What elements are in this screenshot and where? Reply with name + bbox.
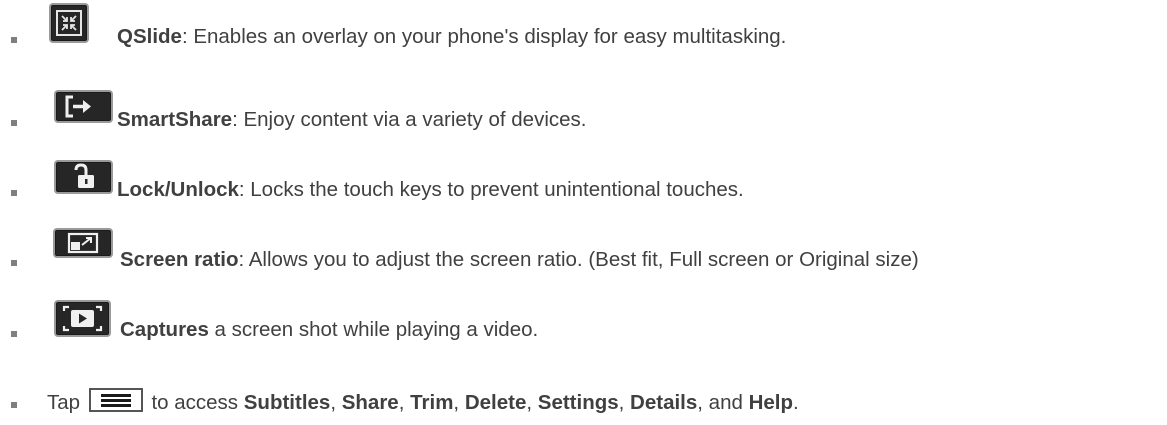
list-item-menu: Tap to access Subtitles, Share, Trim, De… xyxy=(0,348,1167,414)
item-text: Lock/Unlock: Locks the touch keys to pre… xyxy=(117,178,744,202)
option-subtitles: Subtitles xyxy=(243,391,331,414)
separator: , xyxy=(330,391,342,414)
bullet xyxy=(11,190,17,196)
list-item-lock: Lock/Unlock: Locks the touch keys to pre… xyxy=(0,138,1167,201)
item-desc: a screen shot while playing a video. xyxy=(208,318,539,341)
item-text: Tap to access Subtitles, Share, Trim, De… xyxy=(47,388,799,415)
option-settings: Settings xyxy=(537,391,619,414)
bullet xyxy=(11,402,17,408)
capture-icon xyxy=(54,300,111,337)
separator: , xyxy=(618,391,631,414)
option-trim: Trim xyxy=(410,391,454,414)
smartshare-icon xyxy=(54,90,113,123)
lock-icon xyxy=(54,160,113,194)
bullet xyxy=(11,120,17,126)
list-item-captures: Captures a screen shot while playing a v… xyxy=(0,278,1167,341)
item-text: SmartShare: Enjoy content via a variety … xyxy=(117,108,586,132)
text-middle: to access xyxy=(145,391,244,414)
text-prefix: Tap xyxy=(47,391,86,414)
screen-ratio-icon xyxy=(53,228,113,258)
separator: , xyxy=(526,391,538,414)
item-title: QSlide xyxy=(117,25,182,48)
period: . xyxy=(793,391,799,414)
item-text: Screen ratio: Allows you to adjust the s… xyxy=(120,248,919,272)
list-item-qslide: QSlide: Enables an overlay on your phone… xyxy=(0,3,1167,53)
bullet xyxy=(11,260,17,266)
menu-icon xyxy=(88,388,143,412)
option-help: Help xyxy=(748,391,794,414)
item-title: Screen ratio xyxy=(120,248,239,271)
separator: , and xyxy=(697,391,749,414)
separator: , xyxy=(398,391,411,414)
item-desc: : Allows you to adjust the screen ratio.… xyxy=(238,248,919,271)
qslide-icon xyxy=(49,3,89,43)
item-desc: : Enjoy content via a variety of devices… xyxy=(232,108,587,131)
option-share: Share xyxy=(341,391,399,414)
bullet xyxy=(11,37,17,43)
list-item-screen-ratio: Screen ratio: Allows you to adjust the s… xyxy=(0,208,1167,271)
item-text: QSlide: Enables an overlay on your phone… xyxy=(117,25,786,49)
bullet xyxy=(11,331,17,337)
item-text: Captures a screen shot while playing a v… xyxy=(120,318,538,342)
item-title: Lock/Unlock xyxy=(117,178,239,201)
list-item-smartshare: SmartShare: Enjoy content via a variety … xyxy=(0,70,1167,131)
item-desc: : Enables an overlay on your phone's dis… xyxy=(181,25,787,48)
item-title: Captures xyxy=(120,318,209,341)
item-desc: : Locks the touch keys to prevent uninte… xyxy=(238,178,744,201)
option-details: Details xyxy=(630,391,698,414)
separator: , xyxy=(453,391,465,414)
item-title: SmartShare xyxy=(117,108,233,131)
option-delete: Delete xyxy=(464,391,527,414)
